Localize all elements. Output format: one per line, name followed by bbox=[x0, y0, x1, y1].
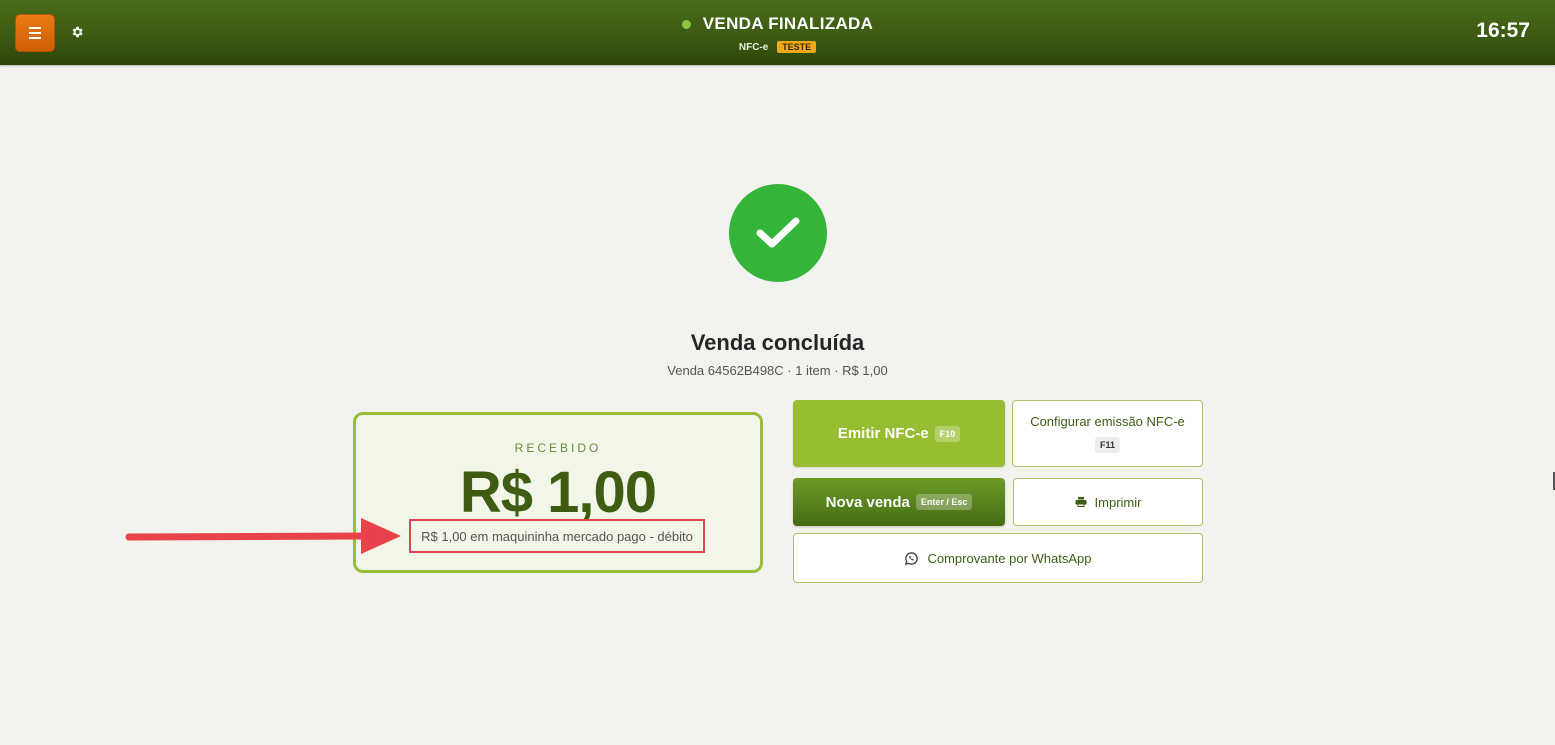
page-status-title: VENDA FINALIZADA bbox=[702, 14, 874, 33]
checkmark-icon bbox=[756, 217, 800, 248]
emit-shortcut-badge: F10 bbox=[934, 425, 961, 442]
clock: 16:57 bbox=[1476, 19, 1530, 42]
emit-nfce-label: Emitir NFC-e bbox=[837, 425, 929, 442]
success-indicator bbox=[729, 184, 827, 282]
received-amount: R$ 1,00 bbox=[459, 460, 657, 525]
document-type-label: NFC-e bbox=[738, 42, 769, 53]
print-button[interactable]: Imprimir bbox=[1013, 478, 1203, 526]
sale-summary: Venda 64562B498C · 1 item · R$ 1,00 bbox=[667, 363, 888, 378]
new-sale-button[interactable]: Nova venda Enter / Esc bbox=[793, 478, 1005, 526]
environment-badge: TESTE bbox=[777, 41, 817, 53]
print-label: Imprimir bbox=[1094, 494, 1142, 510]
whatsapp-icon bbox=[904, 551, 919, 566]
received-label: RECEBIDO bbox=[514, 441, 602, 455]
top-bar: VENDA FINALIZADA NFC-e TESTE 16:57 bbox=[0, 0, 1555, 65]
configure-shortcut-badge: F11 bbox=[1094, 437, 1120, 453]
whatsapp-label: Comprovante por WhatsApp bbox=[927, 550, 1092, 566]
configure-nfce-button[interactable]: Configurar emissão NFC-e F11 bbox=[1012, 400, 1203, 467]
payment-detail: R$ 1,00 em maquininha mercado pago - déb… bbox=[409, 519, 705, 553]
payment-detail-text: R$ 1,00 em maquininha mercado pago - déb… bbox=[421, 528, 693, 544]
emit-nfce-button[interactable]: Emitir NFC-e F10 bbox=[793, 400, 1005, 467]
page-title: Venda concluída bbox=[690, 330, 865, 355]
new-sale-label: Nova venda bbox=[825, 493, 910, 511]
configure-nfce-label: Configurar emissão NFC-e bbox=[1030, 414, 1185, 429]
printer-icon bbox=[1075, 496, 1087, 508]
received-card: RECEBIDO R$ 1,00 R$ 1,00 em maquininha m… bbox=[353, 412, 763, 573]
new-sale-shortcut-badge: Enter / Esc bbox=[915, 494, 973, 510]
annotation-arrow-icon bbox=[125, 518, 401, 554]
whatsapp-receipt-button[interactable]: Comprovante por WhatsApp bbox=[793, 533, 1203, 583]
status-dot bbox=[681, 19, 691, 29]
